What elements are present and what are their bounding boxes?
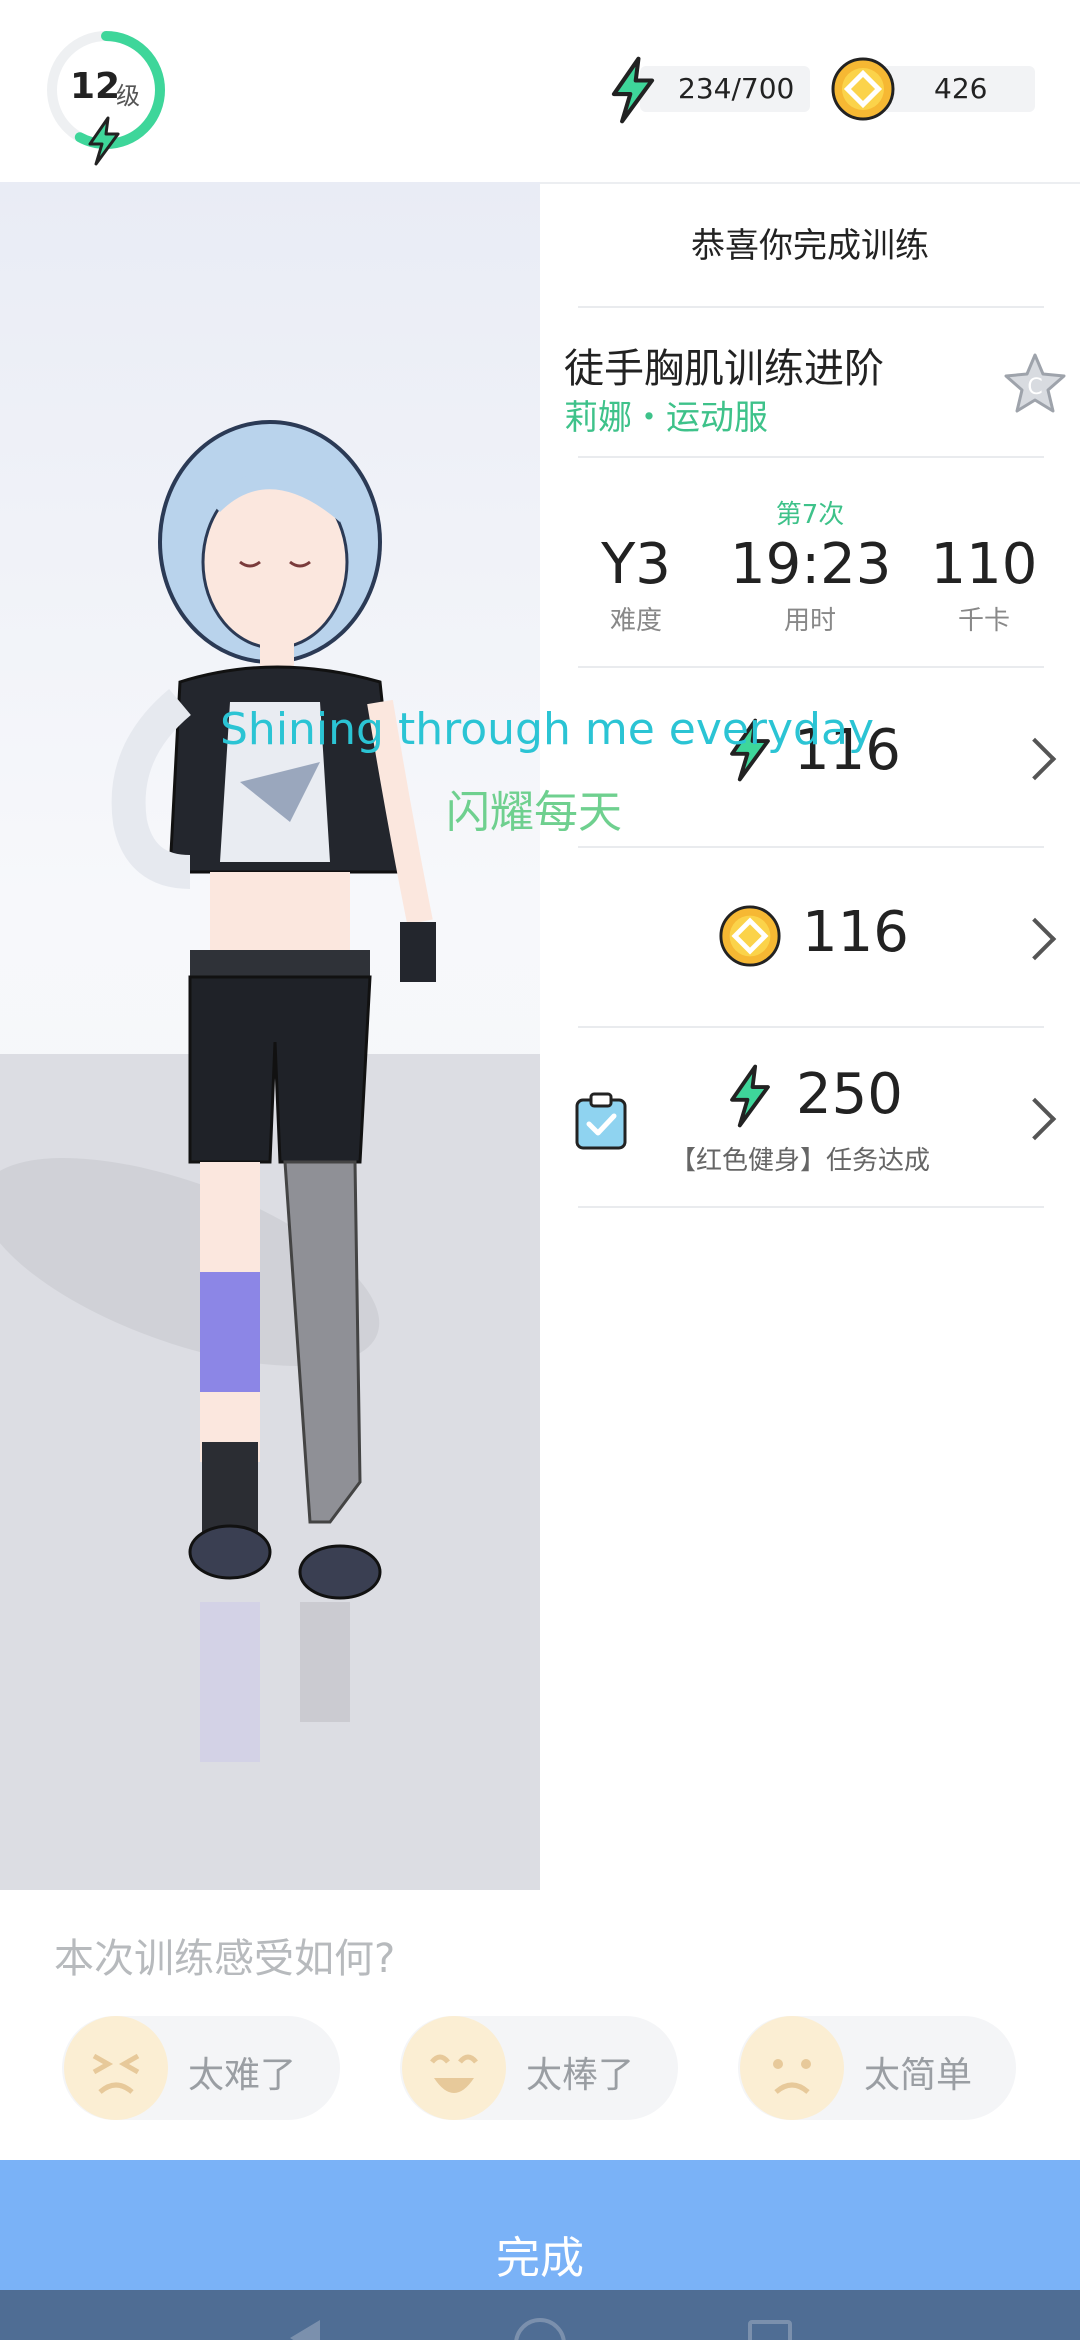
stat-value: 110: [930, 532, 1038, 597]
stat-value: 19:23: [730, 532, 892, 597]
congrats-title: 恭喜你完成训练: [691, 226, 929, 266]
coin-icon: [719, 905, 781, 967]
energy-bolt-icon: [730, 1064, 770, 1128]
stat-label: 难度: [609, 606, 662, 636]
lyric-english: Shining through me everyday: [220, 704, 874, 755]
energy-pill[interactable]: 234/700: [640, 66, 810, 112]
times-label: 第7次: [775, 500, 845, 530]
divider: [578, 1206, 1044, 1208]
feedback-question: 本次训练感受如何?: [54, 1936, 396, 1982]
grade-letter: C: [1027, 375, 1042, 400]
course-title: 徒手胸肌训练进阶: [564, 346, 884, 392]
divider: [578, 306, 1044, 308]
done-button-label[interactable]: 完成: [0, 2222, 1080, 2286]
reward-task-value: 250: [796, 1062, 903, 1127]
feedback-too-easy-button[interactable]: 太简单: [738, 2016, 1016, 2120]
sad-face-icon: [740, 2016, 844, 2120]
level-unit: 级: [116, 82, 140, 110]
character-illustration: [111, 420, 436, 1762]
laughing-face-icon: [402, 2016, 506, 2120]
stat-calories: 110 千卡: [904, 530, 1064, 637]
stat-label: 千卡: [957, 606, 1010, 636]
energy-bolt-icon: [611, 56, 655, 124]
character-scene: [0, 182, 540, 1890]
task-caption: 【红色健身】任务达成: [670, 1146, 931, 1176]
feedback-too-hard-button[interactable]: 太难了: [62, 2016, 340, 2120]
reward-coin-row[interactable]: 116: [540, 848, 1080, 1024]
stat-label: 用时: [783, 606, 836, 636]
stat-difficulty: Y3 难度: [556, 530, 716, 637]
grade-star-icon[interactable]: C: [1002, 352, 1068, 416]
level-number: 12: [70, 66, 121, 107]
lyric-chinese: 闪耀每天: [446, 787, 622, 838]
energy-value: 234/700: [678, 72, 795, 105]
stat-duration: 19:23 用时: [730, 530, 892, 637]
feedback-label: 太棒了: [526, 2055, 635, 2096]
reward-coin-value: 116: [802, 900, 909, 965]
reward-task-row[interactable]: 250: [540, 1028, 1080, 1148]
feedback-great-button[interactable]: 太棒了: [400, 2016, 678, 2120]
divider: [578, 456, 1044, 458]
feedback-label: 太简单: [864, 2055, 973, 2096]
feedback-label: 太难了: [188, 2055, 297, 2096]
stat-value: Y3: [601, 532, 671, 597]
coin-icon: [831, 57, 895, 121]
tired-face-icon: [64, 2016, 168, 2120]
nav-recents-icon[interactable]: [748, 2320, 792, 2340]
course-subtitle: 莉娜・运动服: [564, 398, 768, 438]
coin-value: 426: [934, 72, 988, 105]
nav-back-icon[interactable]: [290, 2320, 320, 2340]
level-bolt-icon: [88, 116, 120, 166]
